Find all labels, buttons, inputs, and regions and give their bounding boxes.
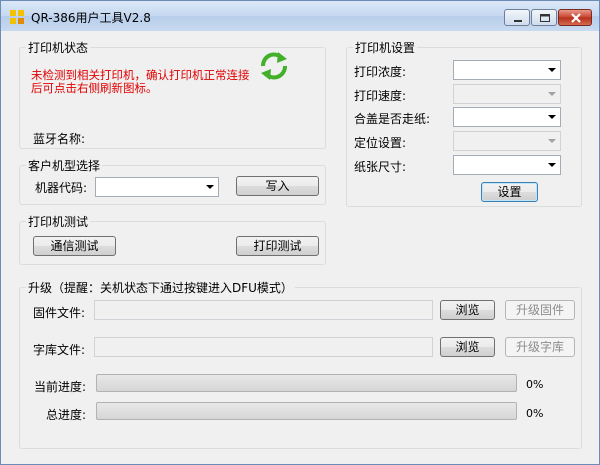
chevron-down-icon (548, 115, 556, 119)
font-file-input[interactable] (94, 337, 433, 357)
firmware-browse-button[interactable]: 浏览 (440, 300, 495, 320)
printer-test-group-label: 打印机测试 (26, 213, 91, 230)
app-icon (10, 10, 24, 24)
paper-size-select[interactable] (453, 155, 561, 175)
maximize-button[interactable] (531, 9, 557, 26)
write-button[interactable]: 写入 (236, 176, 319, 196)
chevron-down-icon (548, 68, 556, 72)
bluetooth-name-label: 蓝牙名称: (33, 132, 86, 146)
current-progress-bar (96, 374, 517, 392)
positioning-label: 定位设置: (354, 136, 407, 150)
total-progress-bar (96, 402, 517, 420)
total-progress-percent: 0% (526, 407, 544, 420)
font-file-label: 字库文件: (33, 343, 86, 357)
status-message-line1: 未检测到相关打印机，确认打印机正常连接 (31, 68, 250, 82)
density-select[interactable] (453, 60, 561, 80)
current-progress-label: 当前进度: (34, 380, 87, 394)
maximize-icon (540, 14, 550, 22)
status-message-line2: 后可点击右侧刷新图标。 (31, 81, 158, 95)
print-test-button[interactable]: 打印测试 (236, 236, 319, 256)
paper-size-label: 纸张尺寸: (354, 160, 407, 174)
total-progress-label: 总进度: (46, 408, 87, 422)
window-title: QR-386用户工具V2.8 (31, 11, 151, 25)
chevron-down-icon (548, 139, 556, 143)
density-label: 打印浓度: (354, 65, 407, 79)
minimize-icon (514, 20, 522, 22)
cover-feed-label: 合盖是否走纸: (354, 112, 431, 126)
firmware-file-label: 固件文件: (33, 306, 86, 320)
upgrade-font-button[interactable]: 升级字库 (505, 337, 575, 357)
machine-code-label: 机器代码: (35, 181, 88, 195)
upgrade-firmware-button[interactable]: 升级固件 (505, 300, 575, 320)
machine-code-select[interactable] (95, 177, 219, 197)
speed-label: 打印速度: (354, 89, 407, 103)
close-button[interactable] (558, 9, 592, 26)
speed-select[interactable] (453, 84, 561, 104)
printer-status-group-label: 打印机状态 (26, 39, 91, 56)
minimize-button[interactable] (504, 9, 530, 26)
comm-test-button[interactable]: 通信测试 (33, 236, 116, 256)
close-icon (571, 13, 581, 23)
font-browse-button[interactable]: 浏览 (440, 337, 495, 357)
refresh-icon[interactable] (257, 49, 291, 83)
cover-feed-select[interactable] (453, 107, 561, 127)
chevron-down-icon (548, 92, 556, 96)
main-window: QR-386用户工具V2.8 打印机状态 未检测到相关打印机，确认打印机正常连接… (0, 0, 600, 465)
upgrade-group-label: 升级（提醒：关机状态下通过按键进入DFU模式） (26, 279, 295, 296)
model-select-group-label: 客户机型选择 (26, 157, 103, 174)
printer-settings-group-label: 打印机设置 (353, 39, 418, 56)
chevron-down-icon (206, 185, 214, 189)
title-bar: QR-386用户工具V2.8 (1, 1, 599, 31)
firmware-file-input[interactable] (94, 300, 433, 320)
current-progress-percent: 0% (526, 378, 544, 391)
settings-button[interactable]: 设置 (481, 182, 538, 202)
chevron-down-icon (548, 163, 556, 167)
positioning-select[interactable] (453, 131, 561, 151)
